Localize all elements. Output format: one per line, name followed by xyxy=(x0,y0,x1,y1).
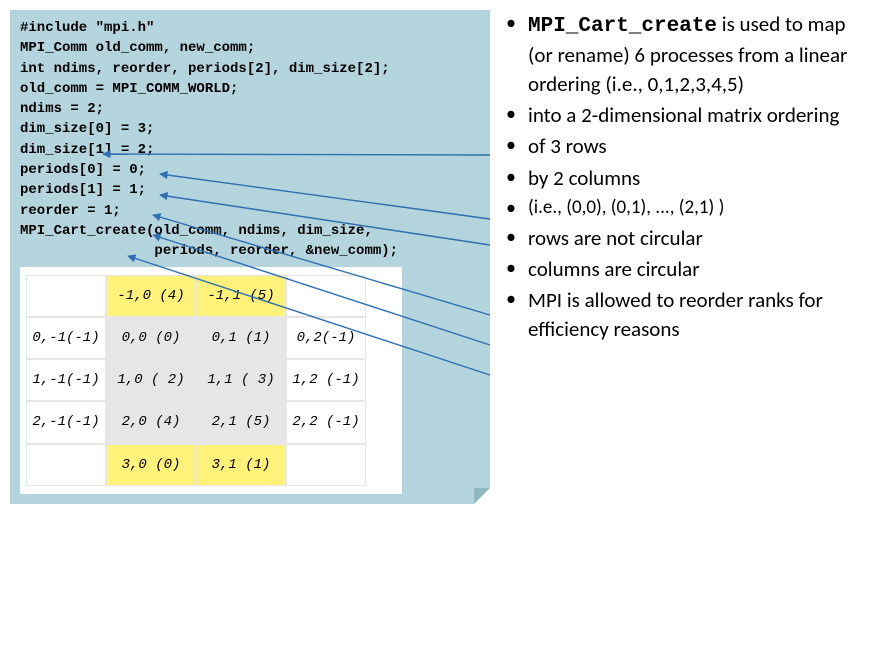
table-cell xyxy=(26,275,106,317)
table-cell: 1,1 ( 3) xyxy=(196,359,286,401)
bullet-item: by 2 columns xyxy=(500,164,874,192)
bullet-item: columns are circular xyxy=(500,255,874,283)
table-cell xyxy=(286,444,366,486)
code-identifier: MPI_Cart_create xyxy=(528,15,717,38)
topology-table: -1,0 (4) -1,1 (5) 0,-1(-1) 0,0 (0) 0,1 (… xyxy=(20,267,402,494)
code-line: MPI_Comm old_comm, new_comm; xyxy=(20,38,480,58)
bullet-item: into a 2-dimensional matrix ordering xyxy=(500,101,874,129)
code-line: old_comm = MPI_COMM_WORLD; xyxy=(20,79,480,99)
table-cell: 0,2(-1) xyxy=(286,317,366,359)
table-cell xyxy=(26,444,106,486)
sub-bullet-item: (i.e., (0,0), (0,1), ..., (2,1) ) xyxy=(500,195,874,221)
table-cell: 2,0 (4) xyxy=(106,401,196,443)
table-cell: -1,0 (4) xyxy=(106,275,196,317)
code-line: int ndims, reorder, periods[2], dim_size… xyxy=(20,59,480,79)
table-cell: 0,-1(-1) xyxy=(26,317,106,359)
code-line: dim_size[1] = 2; xyxy=(20,140,480,160)
table-cell: 1,-1(-1) xyxy=(26,359,106,401)
slide-container: #include "mpi.h" MPI_Comm old_comm, new_… xyxy=(10,10,879,504)
table-cell xyxy=(286,275,366,317)
code-line: MPI_Cart_create(old_comm, ndims, dim_siz… xyxy=(20,221,480,241)
page-curl-icon xyxy=(474,488,490,504)
code-line: periods[1] = 1; xyxy=(20,180,480,200)
table-cell: 3,0 (0) xyxy=(106,444,196,486)
bullet-item: MPI is allowed to reorder ranks for effi… xyxy=(500,286,874,343)
table-cell: 1,2 (-1) xyxy=(286,359,366,401)
code-line: ndims = 2; xyxy=(20,99,480,119)
table-cell: 0,0 (0) xyxy=(106,317,196,359)
table-cell: 2,2 (-1) xyxy=(286,401,366,443)
table-cell: 1,0 ( 2) xyxy=(106,359,196,401)
table-cell: 0,1 (1) xyxy=(196,317,286,359)
explanation-list: MPI_Cart_create is used to map (or renam… xyxy=(500,10,879,346)
table-cell: 3,1 (1) xyxy=(196,444,286,486)
bullet-item: MPI_Cart_create is used to map (or renam… xyxy=(500,10,874,98)
bullet-item: of 3 rows xyxy=(500,132,874,160)
code-line: reorder = 1; xyxy=(20,201,480,221)
code-line: #include "mpi.h" xyxy=(20,18,480,38)
table-cell: 2,1 (5) xyxy=(196,401,286,443)
bullet-item: rows are not circular xyxy=(500,224,874,252)
code-panel: #include "mpi.h" MPI_Comm old_comm, new_… xyxy=(10,10,490,504)
code-line: periods, reorder, &new_comm); xyxy=(20,241,480,261)
table-cell: -1,1 (5) xyxy=(196,275,286,317)
code-line: periods[0] = 0; xyxy=(20,160,480,180)
table-cell: 2,-1(-1) xyxy=(26,401,106,443)
code-line: dim_size[0] = 3; xyxy=(20,119,480,139)
